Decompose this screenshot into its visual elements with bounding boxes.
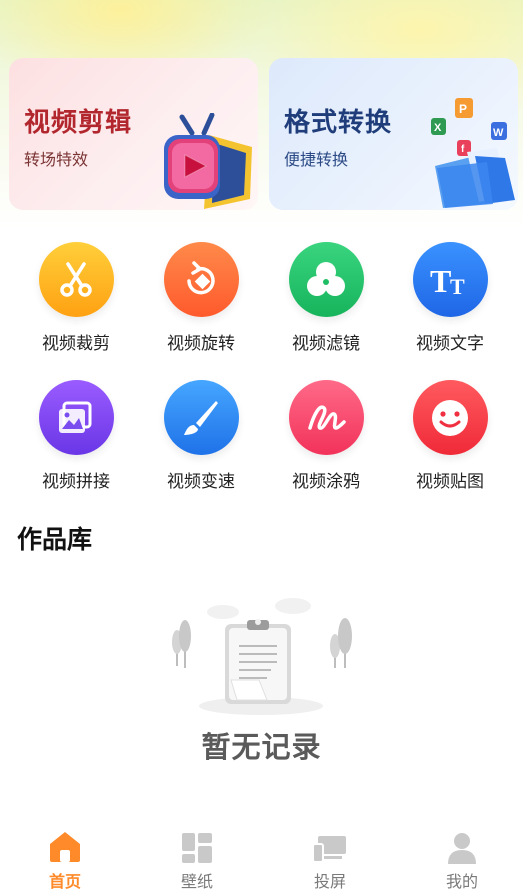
library-title: 作品库 (17, 525, 93, 554)
tool-label: 视频涂鸦 (292, 472, 360, 492)
bottom-tab-bar: 首页 壁纸 投屏 我的 (0, 820, 523, 894)
tool-label: 视频变速 (167, 472, 235, 492)
tv-play-icon (164, 113, 252, 209)
filter-icon (288, 242, 364, 317)
rotate-icon (163, 242, 239, 317)
svg-text:T: T (430, 263, 451, 299)
scribble-icon (288, 380, 364, 455)
tool-video-speed[interactable]: 视频变速 (141, 380, 261, 492)
format-convert-banner[interactable]: 格式转换 便捷转换 P X W f (269, 58, 518, 210)
tool-video-crop[interactable]: 视频裁剪 (16, 242, 136, 354)
banner-title: 格式转换 (284, 108, 393, 138)
empty-state-text: 暂无记录 (201, 730, 322, 764)
sticker-icon (412, 380, 488, 455)
tab-wallpaper[interactable]: 壁纸 (147, 826, 247, 892)
svg-text:W: W (493, 127, 504, 139)
cast-icon (280, 826, 380, 864)
scissors-icon (38, 242, 114, 317)
tab-label: 首页 (48, 872, 81, 891)
folder-files-icon: P X W f (431, 98, 515, 208)
tool-label: 视频滤镜 (292, 334, 360, 354)
tool-video-sticker[interactable]: 视频贴图 (390, 380, 510, 492)
brush-icon (163, 380, 239, 455)
text-icon: T T (412, 242, 488, 317)
tab-cast[interactable]: 投屏 (280, 826, 380, 892)
svg-text:P: P (459, 102, 467, 116)
collage-icon (38, 380, 114, 455)
empty-clipboard-icon (172, 598, 352, 715)
tool-video-doodle[interactable]: 视频涂鸦 (266, 380, 386, 492)
home-icon (15, 826, 115, 864)
svg-text:T: T (450, 274, 465, 299)
wallpaper-icon (147, 826, 247, 864)
banner-title: 视频剪辑 (24, 108, 133, 138)
banner-subtitle: 转场特效 (24, 150, 89, 169)
tab-label: 壁纸 (180, 872, 213, 891)
tool-label: 视频贴图 (416, 472, 484, 492)
tool-video-merge[interactable]: 视频拼接 (16, 380, 136, 492)
svg-text:X: X (434, 122, 442, 134)
tool-label: 视频文字 (416, 334, 484, 354)
banner-subtitle: 便捷转换 (284, 150, 349, 169)
tool-label: 视频旋转 (167, 334, 235, 354)
profile-icon (412, 826, 512, 864)
tool-video-rotate[interactable]: 视频旋转 (141, 242, 261, 354)
tab-label: 我的 (445, 872, 478, 891)
tool-label: 视频拼接 (42, 472, 110, 492)
tab-label: 投屏 (313, 872, 346, 891)
video-edit-banner[interactable]: 视频剪辑 转场特效 (9, 58, 258, 210)
tool-label: 视频裁剪 (42, 334, 110, 354)
tool-video-text[interactable]: T T 视频文字 (390, 242, 510, 354)
tab-profile[interactable]: 我的 (412, 826, 512, 892)
tab-home[interactable]: 首页 (15, 826, 115, 892)
tool-video-filter[interactable]: 视频滤镜 (266, 242, 386, 354)
